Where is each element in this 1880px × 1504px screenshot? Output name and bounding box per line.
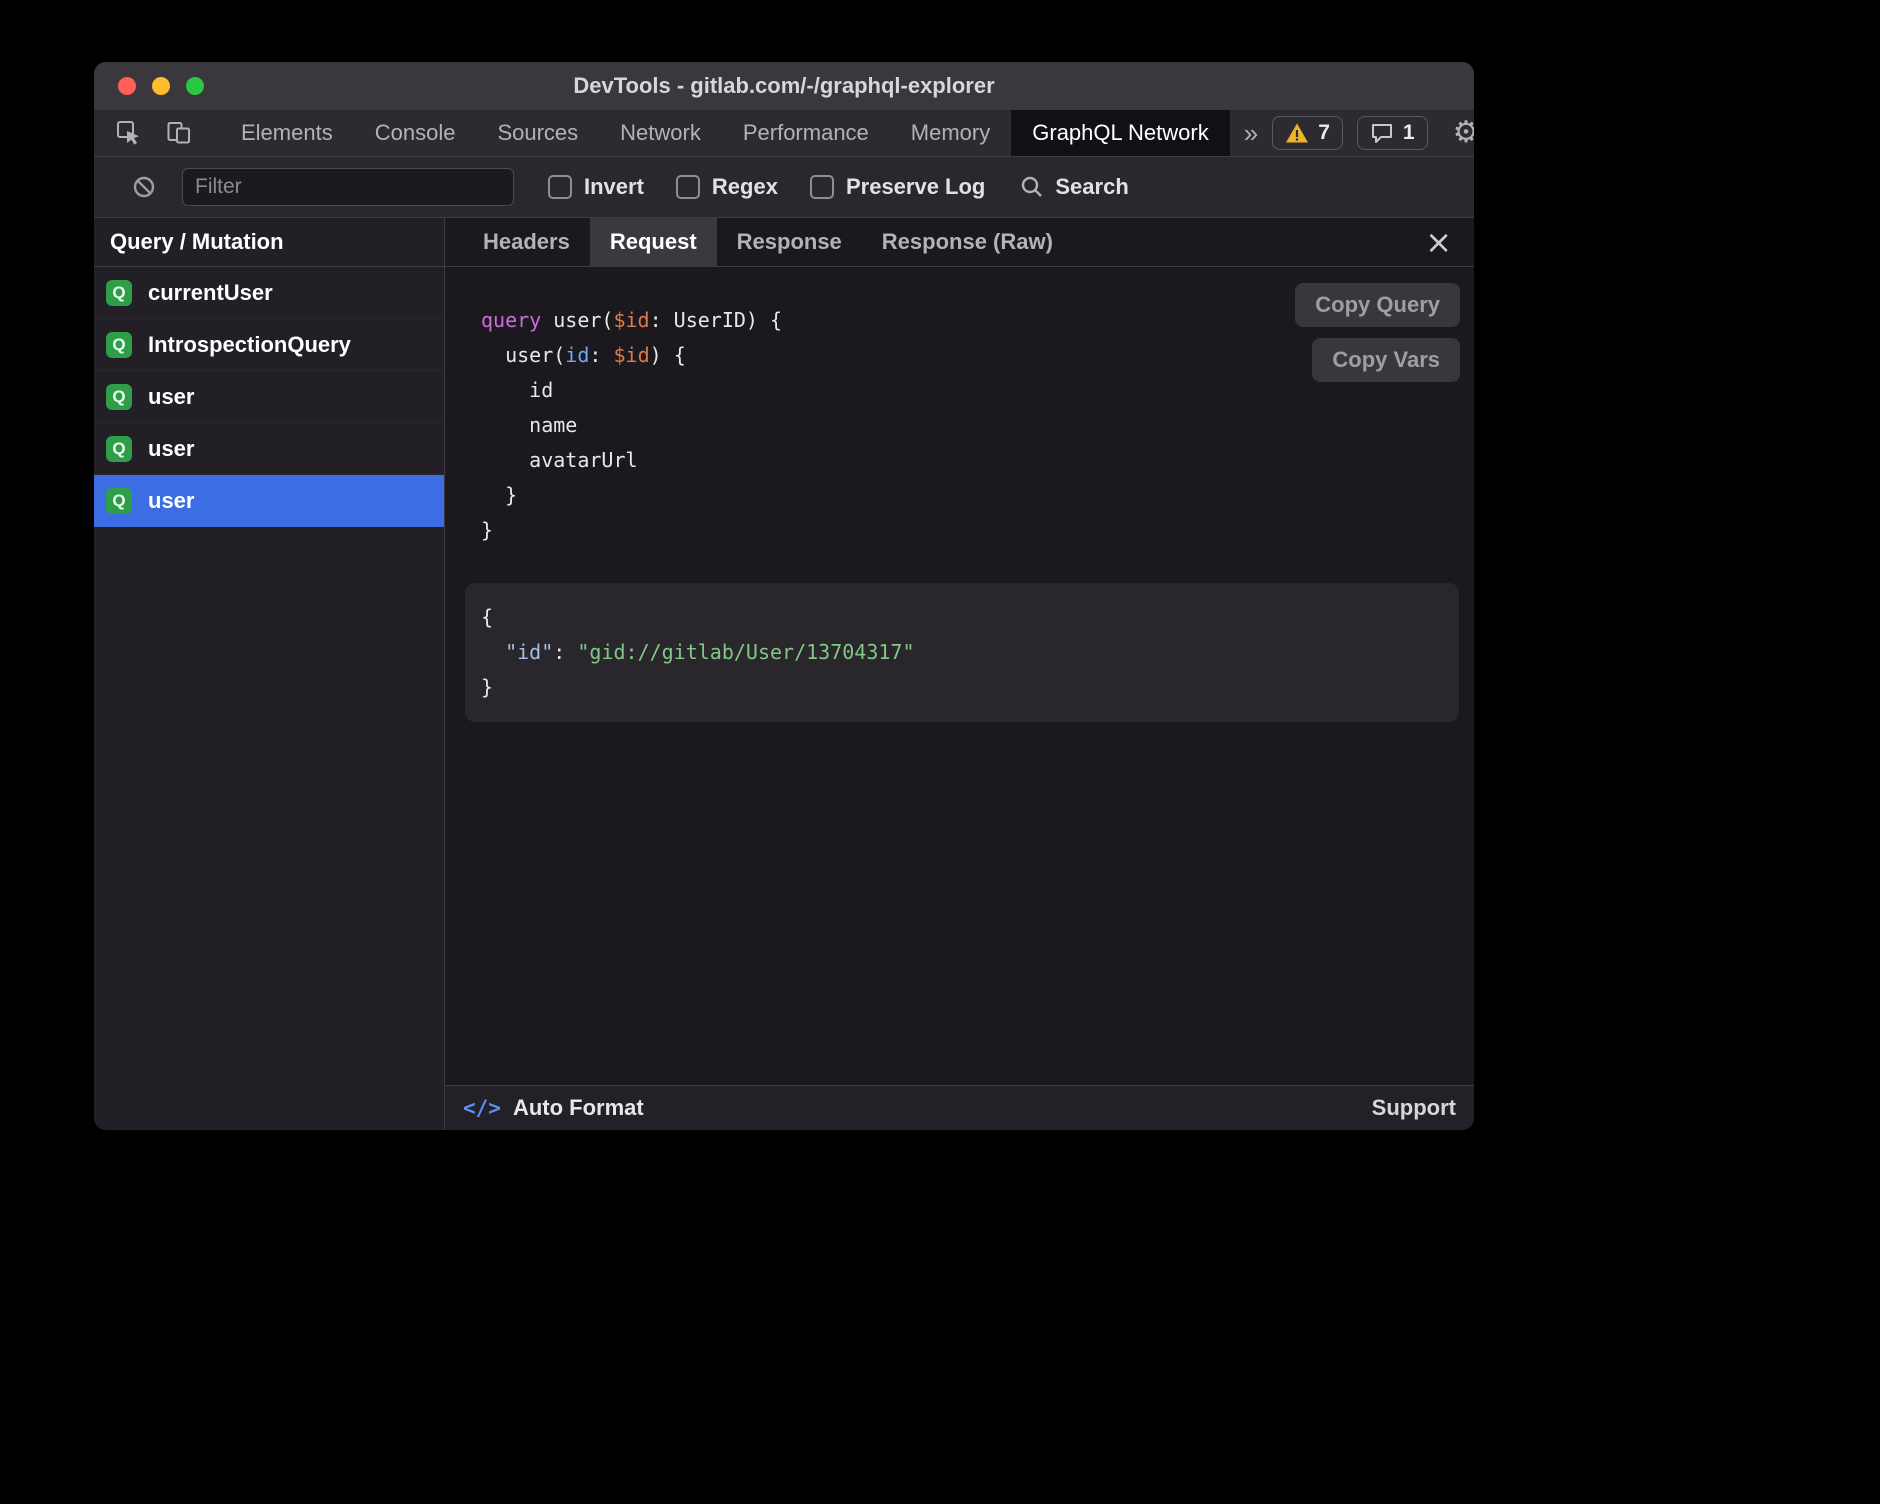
- query-type-badge: Q: [106, 384, 132, 410]
- filter-input[interactable]: [182, 168, 514, 206]
- devtools-tab-bar: ElementsConsoleSourcesNetworkPerformance…: [94, 110, 1474, 157]
- devtools-tab-console[interactable]: Console: [354, 110, 477, 156]
- checkbox-label: Preserve Log: [846, 174, 985, 200]
- devtools-tab-network[interactable]: Network: [599, 110, 722, 156]
- query-type-badge: Q: [106, 332, 132, 358]
- issues-badge[interactable]: 1: [1357, 116, 1428, 150]
- settings-gear-icon[interactable]: ⚙: [1442, 118, 1474, 148]
- warning-icon: [1285, 122, 1309, 144]
- checkbox-label: Regex: [712, 174, 778, 200]
- detail-tab-response[interactable]: Response: [717, 218, 862, 266]
- code-line: {: [481, 600, 1443, 635]
- minimize-window-button[interactable]: [152, 77, 170, 95]
- query-list-item-introspectionquery[interactable]: Q IntrospectionQuery: [94, 319, 444, 371]
- window-controls: [118, 77, 204, 95]
- query-name-label: IntrospectionQuery: [148, 332, 351, 358]
- warnings-badge[interactable]: 7: [1272, 116, 1343, 150]
- devtools-tab-list: ElementsConsoleSourcesNetworkPerformance…: [220, 110, 1230, 156]
- query-list-item-user[interactable]: Quser: [94, 371, 444, 423]
- query-list-item-currentuser[interactable]: QcurrentUser: [94, 267, 444, 319]
- checkbox-preserve-log[interactable]: Preserve Log: [810, 174, 985, 200]
- inspect-element-icon[interactable]: [104, 110, 154, 156]
- devtools-window: DevTools - gitlab.com/-/graphql-explorer…: [94, 62, 1474, 1130]
- query-type-badge: Q: [106, 488, 132, 514]
- detail-tab-response-raw[interactable]: Response (Raw): [862, 218, 1073, 266]
- detail-tab-list: HeadersRequestResponseResponse (Raw): [463, 218, 1073, 266]
- copy-query-button[interactable]: Copy Query: [1295, 283, 1460, 327]
- code-brackets-icon: </>: [463, 1096, 501, 1120]
- filter-checkbox-group: Invert Regex Preserve Log: [548, 174, 985, 200]
- query-type-badge: Q: [106, 436, 132, 462]
- support-link[interactable]: Support: [1372, 1095, 1456, 1121]
- main-area: Query / Mutation QcurrentUserQIntrospect…: [94, 218, 1474, 1130]
- checkbox-box[interactable]: [548, 175, 572, 199]
- detail-tab-request[interactable]: Request: [590, 218, 717, 266]
- title-bar: DevTools - gitlab.com/-/graphql-explorer: [94, 62, 1474, 110]
- request-tab-content: Copy Query Copy Vars query user($id: Use…: [445, 267, 1474, 1085]
- close-panel-icon[interactable]: ×: [1425, 226, 1452, 258]
- more-tabs-chevron[interactable]: »: [1230, 110, 1272, 156]
- checkbox-regex[interactable]: Regex: [676, 174, 778, 200]
- copy-vars-button[interactable]: Copy Vars: [1312, 338, 1460, 382]
- code-line: avatarUrl: [481, 443, 1474, 478]
- issues-count: 1: [1403, 121, 1415, 145]
- zoom-window-button[interactable]: [186, 77, 204, 95]
- query-name-label: user: [148, 436, 194, 462]
- query-name-label: user: [148, 384, 194, 410]
- query-name-label: user: [148, 488, 194, 514]
- window-title: DevTools - gitlab.com/-/graphql-explorer: [94, 73, 1474, 99]
- detail-panel: HeadersRequestResponseResponse (Raw) × C…: [445, 218, 1474, 1130]
- query-list-header: Query / Mutation: [94, 218, 444, 267]
- checkbox-invert[interactable]: Invert: [548, 174, 644, 200]
- screen: DevTools - gitlab.com/-/graphql-explorer…: [0, 0, 1880, 1504]
- code-line: "id": "gid://gitlab/User/13704317": [481, 635, 1443, 670]
- warnings-count: 7: [1318, 121, 1330, 145]
- devtools-tab-graphql-network[interactable]: GraphQL Network: [1011, 110, 1229, 156]
- search-control[interactable]: Search: [1019, 174, 1128, 200]
- devtools-tab-elements[interactable]: Elements: [220, 110, 354, 156]
- query-type-badge: Q: [106, 280, 132, 306]
- search-label: Search: [1055, 174, 1128, 200]
- checkbox-label: Invert: [584, 174, 644, 200]
- clear-log-icon[interactable]: [120, 174, 168, 200]
- devtools-tab-performance[interactable]: Performance: [722, 110, 890, 156]
- query-list: QcurrentUserQIntrospectionQueryQuserQuse…: [94, 267, 444, 1130]
- code-line: }: [481, 670, 1443, 705]
- detail-tab-bar: HeadersRequestResponseResponse (Raw) ×: [445, 218, 1474, 267]
- checkbox-box[interactable]: [810, 175, 834, 199]
- panel-status-bar: </> Auto Format Support: [445, 1085, 1474, 1130]
- close-window-button[interactable]: [118, 77, 136, 95]
- query-list-item-user[interactable]: Quser: [94, 423, 444, 475]
- query-list-item-user[interactable]: Quser: [94, 475, 444, 527]
- auto-format-button[interactable]: Auto Format: [513, 1095, 644, 1121]
- devtools-tab-sources[interactable]: Sources: [476, 110, 599, 156]
- query-variables-box: { "id": "gid://gitlab/User/13704317"}: [465, 583, 1459, 722]
- filter-bar: Invert Regex Preserve Log Search: [94, 157, 1474, 218]
- code-line: }: [481, 513, 1474, 548]
- devtools-tab-memory[interactable]: Memory: [890, 110, 1011, 156]
- checkbox-box[interactable]: [676, 175, 700, 199]
- device-toolbar-icon[interactable]: [154, 110, 204, 156]
- search-icon: [1019, 174, 1045, 200]
- detail-tab-headers[interactable]: Headers: [463, 218, 590, 266]
- toolbar-right-group: 7 1 ⚙: [1272, 110, 1474, 156]
- code-line: name: [481, 408, 1474, 443]
- query-sidebar: Query / Mutation QcurrentUserQIntrospect…: [94, 218, 445, 1130]
- query-name-label: currentUser: [148, 280, 273, 306]
- message-icon: [1370, 121, 1394, 145]
- code-line: }: [481, 478, 1474, 513]
